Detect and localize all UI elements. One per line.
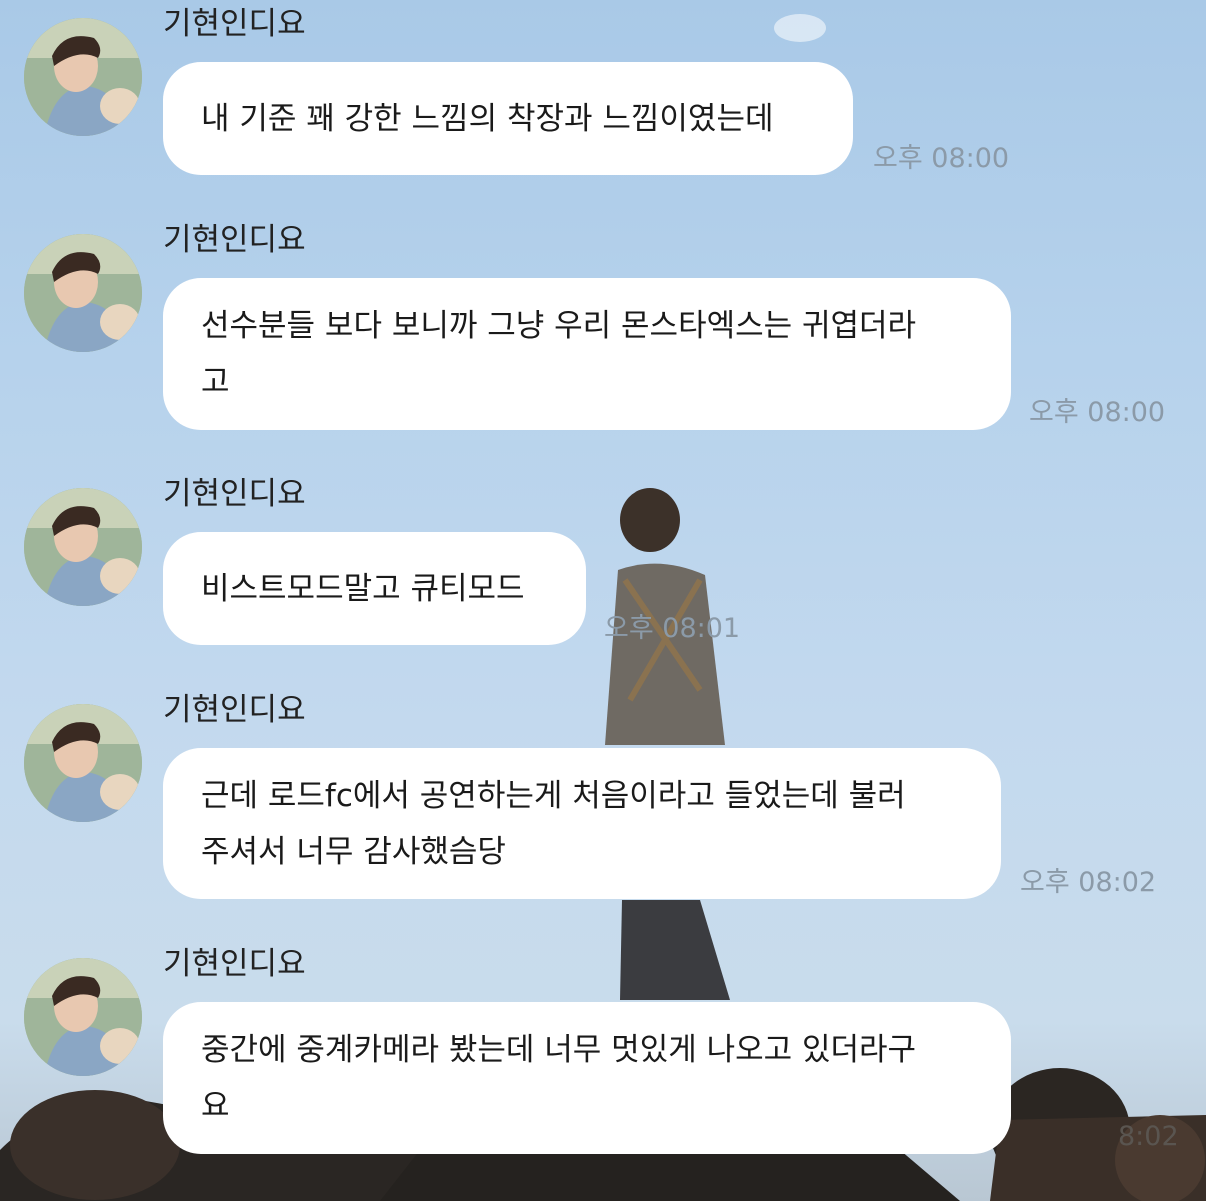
- avatar-photo: [24, 18, 142, 136]
- message-bubble[interactable]: 선수분들 보다 보니까 그냥 우리 몬스타엑스는 귀엽더라 고: [163, 278, 1011, 430]
- sender-name: 기현인디요: [163, 476, 306, 512]
- avatar[interactable]: [24, 234, 142, 352]
- message-text: 중간에 중계카메라 봤는데 너무 멋있게 나오고 있더라구 요: [201, 1032, 917, 1124]
- sender-name: 기현인디요: [163, 692, 306, 728]
- message-text: 선수분들 보다 보니까 그냥 우리 몬스타엑스는 귀엽더라 고: [201, 308, 917, 400]
- avatar[interactable]: [24, 704, 142, 822]
- message-text: 근데 로드fc에서 공연하는게 처음이라고 들었는데 불러 주셔서 너무 감사했…: [201, 777, 906, 870]
- sender-name: 기현인디요: [163, 222, 306, 258]
- person-silhouette: [605, 488, 730, 1000]
- message-bubble[interactable]: 중간에 중계카메라 봤는데 너무 멋있게 나오고 있더라구 요: [163, 1002, 1011, 1154]
- message-bubble[interactable]: 근데 로드fc에서 공연하는게 처음이라고 들었는데 불러 주셔서 너무 감사했…: [163, 748, 1001, 899]
- avatar[interactable]: [24, 18, 142, 136]
- message-bubble[interactable]: 내 기준 꽤 강한 느낌의 착장과 느낌이였는데: [163, 62, 853, 175]
- message-time: 오후 08:02: [1020, 867, 1157, 898]
- sender-name: 기현인디요: [163, 6, 306, 42]
- message-bubble[interactable]: 비스트모드말고 큐티모드: [163, 532, 586, 645]
- message-time: 오후 08:00: [873, 143, 1010, 174]
- sender-name: 기현인디요: [163, 946, 306, 982]
- avatar-photo: [24, 704, 142, 822]
- avatar-photo: [24, 958, 142, 1076]
- avatar[interactable]: [24, 488, 142, 606]
- avatar-photo: [24, 234, 142, 352]
- message-text: 내 기준 꽤 강한 느낌의 착장과 느낌이였는데: [201, 100, 774, 137]
- message-time: 오후 08:00: [1029, 397, 1166, 428]
- message-time: 8:02: [1118, 1121, 1179, 1152]
- message-time: 오후 08:01: [604, 613, 741, 644]
- avatar[interactable]: [24, 958, 142, 1076]
- avatar-photo: [24, 488, 142, 606]
- message-text: 비스트모드말고 큐티모드: [201, 570, 525, 607]
